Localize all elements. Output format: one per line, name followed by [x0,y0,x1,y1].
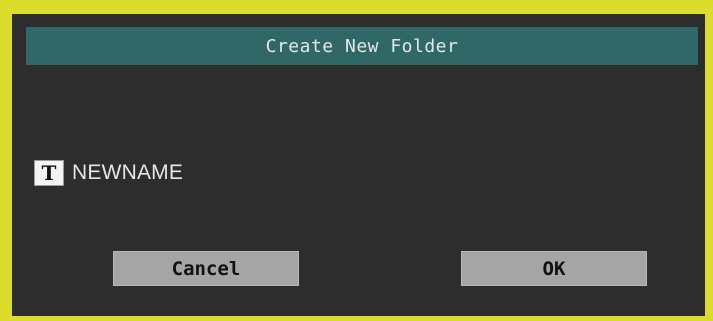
dialog-title-bar: Create New Folder [26,27,698,65]
text-edit-icon[interactable]: T [34,160,64,186]
cancel-button[interactable]: Cancel [113,251,299,286]
folder-name-row[interactable]: T NEWNAME [34,159,183,187]
folder-name-field[interactable]: NEWNAME [72,161,183,185]
dialog-title: Create New Folder [265,35,459,57]
create-folder-dialog: Create New Folder T NEWNAME Cancel OK [12,14,705,316]
ok-button[interactable]: OK [461,251,647,286]
